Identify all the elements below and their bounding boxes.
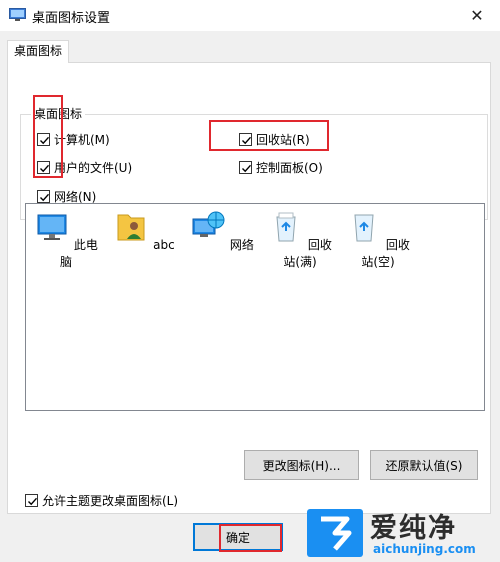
icon-list[interactable]: 此电脑 abc 网络 回收站(满) 回收站(空) xyxy=(25,203,485,411)
restore-default-button[interactable]: 还原默认值(S) xyxy=(370,450,478,480)
checkbox-box[interactable] xyxy=(239,161,252,174)
checkbox-allow-themes[interactable]: 允许主题更改桌面图标(L) xyxy=(25,492,178,509)
brand-logo-icon xyxy=(307,509,363,557)
network-icon xyxy=(192,211,225,237)
check-icon xyxy=(28,497,38,506)
recycle-bin-empty-icon xyxy=(354,214,374,242)
checkbox-control-panel[interactable]: 控制面板(O) xyxy=(239,159,323,176)
checkbox-box[interactable] xyxy=(37,190,50,203)
icon-item-this-pc[interactable]: 此电脑 xyxy=(32,209,100,270)
tab-label: 桌面图标 xyxy=(13,44,62,58)
icon-item-user[interactable]: abc xyxy=(110,209,178,252)
check-icon xyxy=(242,164,252,173)
checkbox-label: 控制面板(O) xyxy=(256,161,323,175)
watermark-brand: 爱纯净 xyxy=(370,513,457,544)
dialog-body: 桌面图标 桌面图标 计算机(M) 用户的文件(U) 网络(N) 回收站(R) 控… xyxy=(0,31,500,562)
checkbox-box[interactable] xyxy=(25,494,38,507)
recycle-bin-full-icon xyxy=(276,212,296,242)
change-icon-button[interactable]: 更改图标(H)... xyxy=(244,450,359,480)
checkbox-label: 允许主题更改桌面图标(L) xyxy=(42,494,179,508)
tab-desktop-icons[interactable]: 桌面图标 xyxy=(7,40,69,63)
computer-icon xyxy=(37,214,67,240)
icon-item-recycle-empty[interactable]: 回收站(空) xyxy=(344,209,412,270)
display-settings-icon xyxy=(9,8,26,21)
close-icon: ✕ xyxy=(470,6,484,25)
watermark: 爱纯净 aichunjing.com xyxy=(300,503,500,562)
title-bar: 桌面图标设置 ✕ xyxy=(0,0,500,31)
close-button[interactable]: ✕ xyxy=(454,0,500,31)
watermark-url: aichunjing.com xyxy=(373,542,476,556)
highlight-box-left xyxy=(33,95,63,178)
icon-label: abc xyxy=(153,238,175,252)
button-label: 还原默认值(S) xyxy=(385,458,463,473)
icon-item-network[interactable]: 网络 xyxy=(188,209,256,253)
checkbox-label: 用户的文件(U) xyxy=(54,161,133,175)
user-folder-icon xyxy=(117,214,145,241)
window-title: 桌面图标设置 xyxy=(32,11,111,26)
highlight-box-control-panel xyxy=(209,120,329,151)
highlight-box-ok xyxy=(219,524,282,552)
icon-label: 网络 xyxy=(229,238,254,252)
icon-item-recycle-full[interactable]: 回收站(满) xyxy=(266,209,334,270)
button-label: 更改图标(H)... xyxy=(262,458,341,473)
